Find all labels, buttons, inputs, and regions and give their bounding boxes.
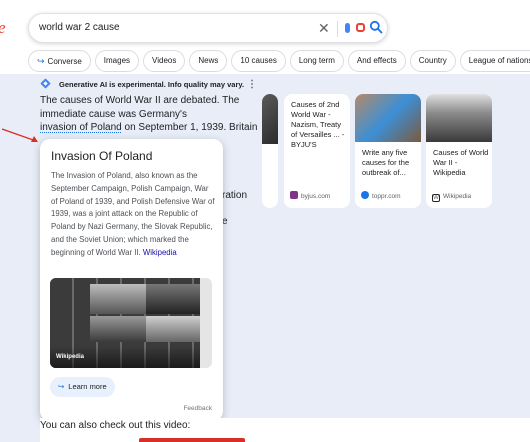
image-source-label: Wikipedia <box>56 354 84 360</box>
invasion-of-poland-link[interactable]: invasion of Poland <box>40 122 122 133</box>
ai-overview-header: Generative AI is experimental. Info qual… <box>40 78 257 92</box>
filter-chips: ↪ Converse Images Videos News 10 causes Long t… <box>28 50 530 72</box>
lens-icon[interactable] <box>356 23 365 32</box>
learn-more-label: Learn more <box>68 382 107 391</box>
chip-videos[interactable]: Videos <box>143 50 186 72</box>
chip-images[interactable]: Images <box>94 50 140 72</box>
search-results-page: e world war 2 cause ✕ ↪ConverseImagesVid… <box>0 0 530 442</box>
invasion-of-poland-popup: Invasion Of Poland The Invasion of Polan… <box>40 139 223 421</box>
search-input[interactable]: world war 2 cause <box>39 22 120 33</box>
card-title: Causes of 2nd World War - Nazism, Treaty… <box>291 100 345 149</box>
feedback-link[interactable]: Feedback <box>183 405 212 412</box>
popup-wikipedia-link[interactable]: Wikipedia <box>143 248 177 257</box>
source-card[interactable]: Causes of World War II - Wikipedia W Wiki… <box>426 94 492 208</box>
video-thumbnail-edge[interactable] <box>139 438 245 442</box>
card-title: Write any five causes for the outbreak o… <box>362 148 410 177</box>
chip-news[interactable]: News <box>189 50 228 72</box>
chip-country[interactable]: Country <box>409 50 456 72</box>
ai-text-line: on September 1, 1939. Britain <box>121 122 258 133</box>
annotation-arrow-icon <box>1 128 38 142</box>
chip-label: Converse <box>47 57 82 66</box>
search-divider <box>337 21 338 37</box>
ai-text-line: The causes of World War II are debated. … <box>40 95 240 106</box>
ai-text-line: immediate cause was Germany's <box>40 108 187 120</box>
popup-title: Invasion Of Poland <box>51 149 153 163</box>
search-bar[interactable]: world war 2 cause ✕ <box>28 13 388 43</box>
search-icon[interactable] <box>369 20 383 39</box>
chip-and-effects[interactable]: And effects <box>347 50 406 72</box>
byjus-favicon <box>290 191 298 199</box>
ai-text-fragment: ration <box>222 190 248 201</box>
card-source: toppr.com <box>361 191 401 202</box>
more-options-icon[interactable]: ⋮ <box>247 78 257 92</box>
source-card[interactable]: Causes of 2nd World War - Nazism, Treaty… <box>284 94 350 208</box>
card-thumbnail <box>262 94 278 144</box>
toppr-favicon <box>361 191 369 199</box>
card-source: byjus.com <box>290 191 330 202</box>
card-title: Causes of World War II - Wikipedia <box>433 148 489 177</box>
ai-overview-text: The causes of World War II are debated. … <box>40 94 262 135</box>
clear-icon[interactable]: ✕ <box>318 20 330 36</box>
popup-description: The Invasion of Poland, also known as th… <box>51 170 216 260</box>
popup-body-text: The Invasion of Poland, also known as th… <box>51 171 215 257</box>
source-card-partial[interactable] <box>262 94 278 208</box>
wikipedia-favicon: W <box>432 194 440 202</box>
card-thumbnail <box>426 94 492 142</box>
popup-image[interactable]: Wikipedia <box>50 278 212 368</box>
chip-league-of-nations[interactable]: League of nations <box>459 50 530 72</box>
converse-icon: ↪ <box>37 56 45 66</box>
source-card[interactable]: Write any five causes for the outbreak o… <box>355 94 421 208</box>
chip-converse[interactable]: ↪ Converse <box>28 50 91 72</box>
video-intro-text: You can also check out this video: <box>40 418 530 442</box>
google-logo-fragment[interactable]: e <box>0 18 6 38</box>
card-thumbnail <box>355 94 421 142</box>
learn-more-button[interactable]: ↪ Learn more <box>50 377 115 397</box>
microphone-icon[interactable] <box>345 23 350 33</box>
generative-ai-icon <box>40 78 51 89</box>
chip-long-term[interactable]: Long term <box>289 50 344 72</box>
chip-10-causes[interactable]: 10 causes <box>231 50 286 72</box>
arrow-icon: ↪ <box>58 382 65 391</box>
ai-header-text: Generative AI is experimental. Info qual… <box>59 80 245 89</box>
card-source: W Wikipedia <box>432 193 472 202</box>
